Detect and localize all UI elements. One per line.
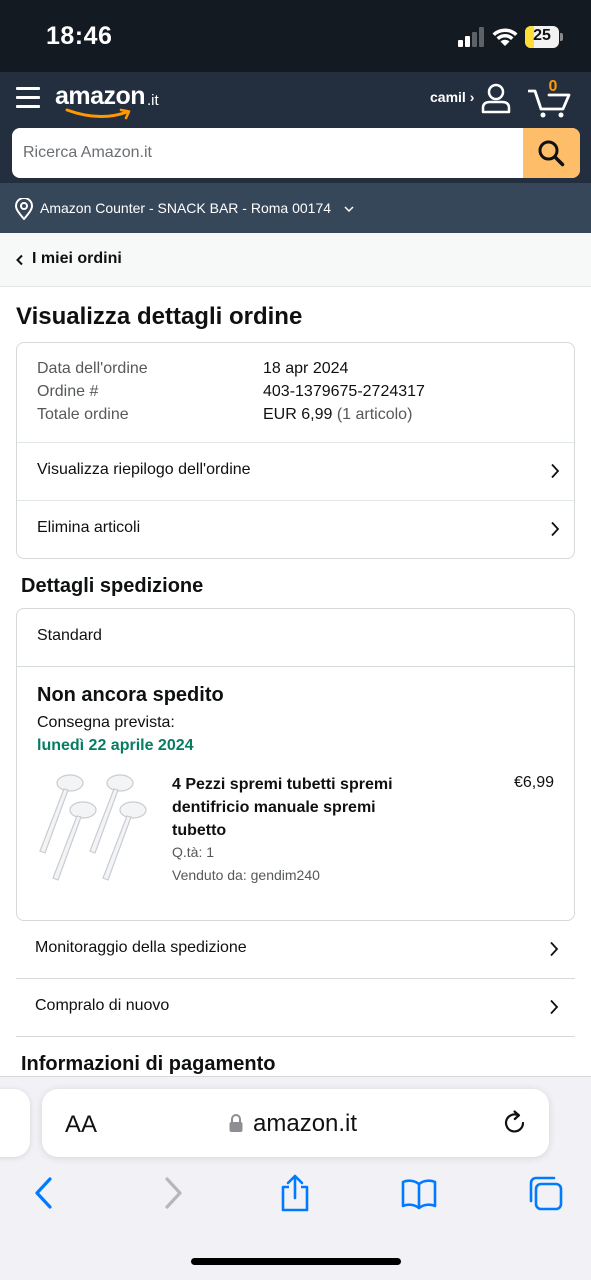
amazon-logo[interactable]: amazon .it: [55, 80, 165, 120]
order-total-label: Totale ordine: [37, 406, 129, 423]
share-icon[interactable]: [277, 1173, 313, 1213]
search-button[interactable]: [523, 128, 580, 178]
logo-smile-icon: [65, 108, 131, 120]
cellular-signal-icon: [458, 27, 484, 47]
shipment-status: Non ancora spedito: [37, 684, 224, 706]
chevron-right-icon: [550, 941, 559, 957]
chevron-left-icon: [16, 254, 23, 266]
page-title: Visualizza dettagli ordine: [16, 303, 303, 330]
battery-icon: 25: [525, 26, 563, 48]
url-text: amazon.it: [253, 1110, 358, 1137]
delete-items-link[interactable]: Elimina articoli: [17, 500, 574, 558]
logo-word: amazon: [55, 82, 146, 110]
battery-level: 25: [533, 27, 551, 44]
logo-tld: .it: [147, 92, 159, 109]
order-summary-card: Data dell'ordine 18 apr 2024 Ordine # 40…: [16, 342, 575, 559]
shipping-section-title: Dettagli spedizione: [21, 575, 204, 597]
view-order-summary-link[interactable]: Visualizza riepilogo dell'ordine: [17, 442, 574, 500]
expected-delivery-date: lunedì 22 aprile 2024: [37, 737, 194, 754]
product-quantity: Q.tà: 1: [172, 844, 215, 860]
status-time: 18:46: [46, 22, 113, 50]
reload-icon[interactable]: [501, 1109, 529, 1137]
location-text: Amazon Counter - SNACK BAR - Roma 00174: [40, 200, 332, 216]
product-price: €6,99: [513, 774, 554, 791]
chevron-right-icon: [551, 521, 560, 537]
previous-tab-preview[interactable]: [0, 1089, 30, 1157]
wifi-icon: [492, 28, 518, 46]
product-seller: Venduto da: gendim240: [172, 867, 320, 883]
view-order-summary-label: Visualizza riepilogo dell'ordine: [37, 461, 251, 478]
product-title-link[interactable]: 4 Pezzi spremi tubetti spremi dentifrici…: [172, 773, 417, 842]
order-total-items: (1 articolo): [332, 406, 413, 423]
hamburger-menu-icon[interactable]: [16, 87, 40, 109]
search-icon: [538, 140, 565, 167]
order-number-label: Ordine #: [37, 383, 99, 400]
expected-delivery-label: Consegna prevista:: [37, 714, 175, 731]
search-bar: [12, 128, 580, 178]
safari-toolbar: AA amazon.it: [0, 1076, 591, 1280]
buy-again-label: Compralo di nuovo: [35, 997, 170, 1014]
breadcrumb[interactable]: I miei ordini: [0, 233, 591, 287]
location-pin-icon: [14, 198, 34, 220]
forward-icon[interactable]: [154, 1173, 190, 1213]
status-bar: 18:46 25: [0, 0, 591, 72]
buy-again-row[interactable]: Compralo di nuovo: [16, 979, 575, 1037]
tabs-icon[interactable]: [527, 1173, 563, 1213]
cart-icon: [528, 89, 571, 118]
divider: [17, 666, 574, 667]
account-link[interactable]: camil ›: [430, 89, 474, 105]
order-total-amount: EUR 6,99: [263, 406, 333, 423]
back-icon[interactable]: [27, 1173, 63, 1213]
bookmarks-icon[interactable]: [401, 1173, 437, 1213]
delete-items-label: Elimina articoli: [37, 519, 141, 536]
order-total-value: EUR 6,99 (1 articolo): [263, 406, 412, 424]
cart-button[interactable]: 0: [528, 78, 572, 118]
home-indicator: [191, 1258, 401, 1265]
user-icon[interactable]: [480, 82, 512, 114]
track-shipment-label: Monitoraggio della spedizione: [35, 939, 247, 956]
breadcrumb-my-orders: I miei ordini: [32, 250, 122, 267]
delivery-location-bar[interactable]: Amazon Counter - SNACK BAR - Roma 00174: [0, 183, 591, 233]
address-bar[interactable]: AA amazon.it: [42, 1089, 549, 1157]
chevron-right-icon: [551, 463, 560, 479]
shipping-method: Standard: [37, 627, 102, 644]
aa-label: AA: [65, 1111, 98, 1138]
payment-section-title: Informazioni di pagamento: [21, 1053, 276, 1075]
chevron-right-icon: [550, 999, 559, 1015]
track-shipment-row[interactable]: Monitoraggio della spedizione: [16, 921, 575, 979]
order-number-value: 403-1379675-2724317: [263, 383, 425, 400]
search-input[interactable]: [12, 128, 524, 178]
product-image[interactable]: [37, 772, 149, 884]
lock-icon: [229, 1114, 243, 1132]
chevron-down-icon: [344, 206, 354, 213]
reader-aa-button[interactable]: AA: [65, 1111, 97, 1139]
shipment-card: Standard Non ancora spedito Consegna pre…: [16, 608, 575, 921]
order-date-value: 18 apr 2024: [263, 360, 349, 377]
order-date-label: Data dell'ordine: [37, 360, 148, 377]
amazon-header: amazon .it camil › 0: [0, 72, 591, 183]
